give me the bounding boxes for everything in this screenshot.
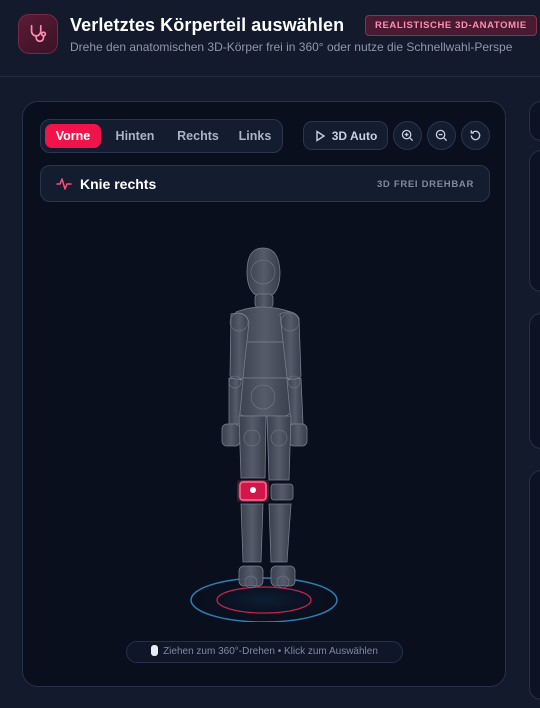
- body-part-right-shin[interactable]: [240, 503, 264, 563]
- body-part-right-knee-selected[interactable]: [239, 481, 267, 501]
- side-panel-lower: [529, 313, 540, 449]
- body-part-left-thigh[interactable]: [266, 415, 292, 481]
- auto-rotate-label: 3D Auto: [331, 128, 378, 143]
- rotation-mode-label: 3D FREI DREHBAR: [376, 179, 474, 190]
- perspective-tabs: Vorne Hinten Rechts Links: [40, 119, 283, 153]
- body-part-left-shin[interactable]: [268, 503, 292, 563]
- zoom-in-icon: [401, 129, 414, 142]
- selected-part-bar: Knie rechts 3D FREI DREHBAR: [40, 165, 490, 202]
- side-panel-top: [529, 101, 540, 141]
- auto-rotate-button[interactable]: 3D Auto: [303, 121, 388, 150]
- body-viewer-card: Vorne Hinten Rechts Links 3D Auto Knie r…: [22, 101, 506, 687]
- side-panel-bottom: [529, 470, 540, 700]
- page-subtitle: Drehe den anatomischen 3D-Körper frei in…: [70, 40, 513, 54]
- tab-rechts[interactable]: Rechts: [169, 124, 227, 148]
- stethoscope-icon: [18, 14, 58, 54]
- body-part-neck[interactable]: [254, 293, 274, 309]
- body-part-right-hand[interactable]: [288, 423, 308, 447]
- anatomy-badge: REALISTISCHE 3D-ANATOMIE: [365, 15, 537, 36]
- mouse-icon: [151, 645, 159, 656]
- body-part-left-knee[interactable]: [270, 483, 294, 501]
- interaction-hint: Ziehen zum 360°-Drehen • Klick zum Auswä…: [126, 641, 403, 663]
- body-part-right-thigh[interactable]: [238, 415, 267, 479]
- page-title: Verletztes Körperteil auswählen: [70, 15, 345, 35]
- reset-view-button[interactable]: [461, 121, 490, 150]
- anatomy-3d-figure[interactable]: [173, 242, 363, 622]
- interaction-hint-text: Ziehen zum 360°-Drehen • Klick zum Auswä…: [163, 646, 378, 657]
- selected-part-name: Knie rechts: [80, 176, 157, 192]
- header: Verletztes Körperteil auswählen REALISTI…: [0, 0, 540, 77]
- tab-links[interactable]: Links: [232, 124, 278, 148]
- zoom-out-icon: [435, 129, 448, 142]
- zoom-in-button[interactable]: [393, 121, 422, 150]
- tab-hinten[interactable]: Hinten: [107, 124, 163, 148]
- ground-ring: [190, 577, 338, 622]
- body-part-left-hand[interactable]: [221, 423, 241, 447]
- pulse-icon: [56, 178, 72, 190]
- body-part-pelvis[interactable]: [236, 377, 293, 417]
- play-icon: [316, 129, 326, 142]
- tab-vorne[interactable]: Vorne: [45, 124, 101, 148]
- side-panel-middle: [529, 150, 540, 292]
- reset-icon: [470, 130, 481, 141]
- zoom-out-button[interactable]: [427, 121, 456, 150]
